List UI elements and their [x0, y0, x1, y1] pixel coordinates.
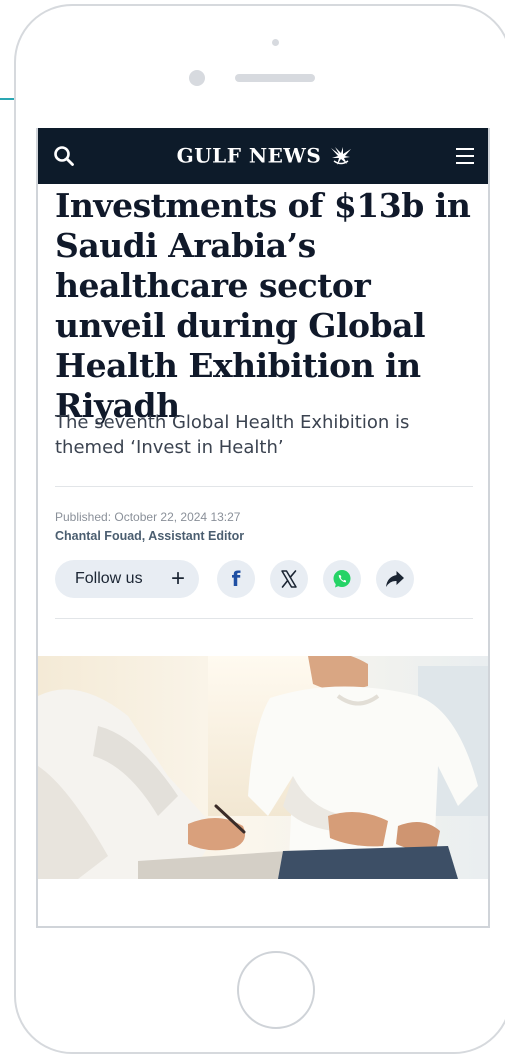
facebook-share-button[interactable]: f: [217, 560, 255, 598]
follow-us-button[interactable]: Follow us +: [55, 560, 199, 598]
whatsapp-icon: [333, 570, 351, 588]
x-share-button[interactable]: [270, 560, 308, 598]
logo-text: GULF NEWS: [176, 143, 322, 168]
edge-marker: [0, 98, 14, 100]
plus-icon: +: [170, 565, 185, 592]
whatsapp-share-button[interactable]: [323, 560, 361, 598]
front-sensor: [189, 70, 205, 86]
share-arrow-icon: [386, 571, 404, 587]
site-logo[interactable]: GULF NEWS: [38, 142, 488, 168]
article-hero-image[interactable]: [38, 656, 488, 879]
camera-dot: [272, 39, 279, 46]
top-navigation-bar: GULF NEWS: [38, 128, 488, 184]
x-icon: [281, 570, 297, 588]
facebook-icon: f: [231, 567, 241, 591]
divider: [55, 486, 473, 487]
follow-us-label: Follow us: [75, 570, 143, 587]
earpiece-speaker: [235, 74, 315, 82]
share-button[interactable]: [376, 560, 414, 598]
home-button[interactable]: [237, 951, 315, 1029]
article-headline: Investments of $13b in Saudi Arabia’s he…: [55, 186, 471, 425]
divider: [55, 618, 473, 619]
author-byline[interactable]: Chantal Fouad, Assistant Editor: [55, 529, 244, 543]
hamburger-menu-icon[interactable]: [454, 146, 476, 166]
eagle-emblem-icon: [329, 145, 353, 167]
article-subheadline: The seventh Global Health Exhibition is …: [55, 412, 410, 458]
publish-date: Published: October 22, 2024 13:27: [55, 510, 241, 524]
phone-screen: GULF NEWS Investments of $13b in Saudi A…: [36, 128, 490, 928]
